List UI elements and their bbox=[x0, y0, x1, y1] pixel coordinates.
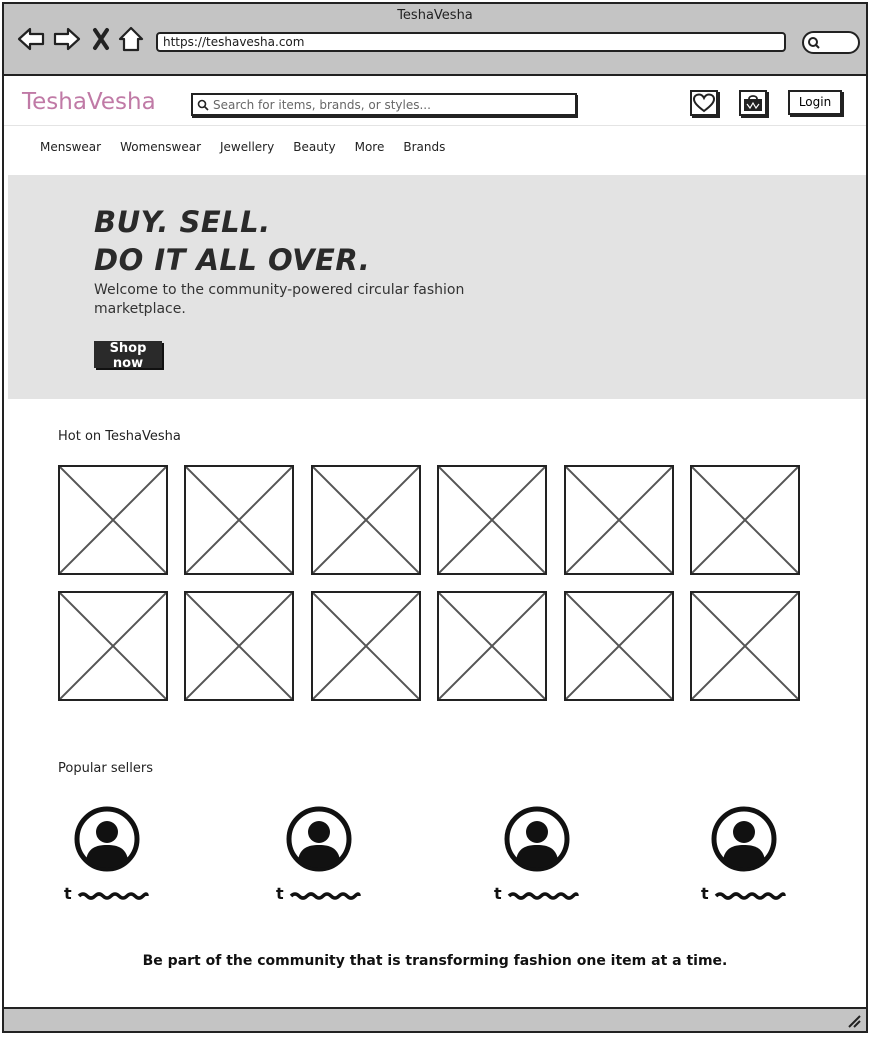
browser-search-button[interactable] bbox=[802, 31, 860, 54]
seller-card[interactable]: t bbox=[494, 806, 594, 906]
seller-name: t bbox=[494, 884, 579, 903]
category-menu: Menswear Womenswear Jewellery Beauty Mor… bbox=[40, 140, 464, 154]
heart-icon bbox=[692, 93, 716, 113]
hero-banner: BUY. SELL. DO IT ALL OVER. Welcome to th… bbox=[8, 175, 866, 399]
browser-window: TeshaVesha https://teshavesha.com TeshaV… bbox=[2, 2, 868, 1033]
image-placeholder-icon bbox=[565, 593, 672, 699]
image-placeholder-icon bbox=[60, 467, 166, 573]
site-search-input[interactable] bbox=[213, 96, 563, 113]
image-placeholder-icon bbox=[312, 593, 419, 699]
shop-now-button[interactable]: Shop now bbox=[94, 341, 162, 371]
menu-item-beauty[interactable]: Beauty bbox=[293, 140, 335, 154]
back-icon[interactable] bbox=[16, 24, 46, 54]
hero-headline-1: BUY. SELL. bbox=[94, 205, 271, 239]
shopping-bag-icon bbox=[744, 95, 762, 111]
bag-button[interactable] bbox=[739, 90, 767, 116]
user-avatar-icon bbox=[74, 806, 140, 872]
product-image-placeholder[interactable] bbox=[184, 465, 295, 575]
product-image-placeholder[interactable] bbox=[310, 591, 421, 701]
search-icon bbox=[197, 99, 209, 111]
address-bar[interactable]: https://teshavesha.com bbox=[156, 32, 786, 52]
browser-chrome: TeshaVesha https://teshavesha.com bbox=[4, 4, 866, 76]
login-button[interactable]: Login bbox=[788, 90, 842, 115]
product-image-placeholder[interactable] bbox=[690, 465, 800, 575]
hot-section-title: Hot on TeshaVesha bbox=[58, 429, 181, 444]
product-image-placeholder[interactable] bbox=[437, 591, 548, 701]
community-tagline: Be part of the community that is transfo… bbox=[142, 953, 728, 969]
site-search-box[interactable] bbox=[191, 93, 577, 116]
menu-item-menswear[interactable]: Menswear bbox=[40, 140, 101, 154]
user-avatar-icon bbox=[286, 806, 352, 872]
seller-name: t bbox=[701, 884, 786, 903]
product-image-placeholder[interactable] bbox=[58, 465, 168, 575]
wishlist-button[interactable] bbox=[690, 90, 718, 116]
site-logo[interactable]: TeshaVesha bbox=[22, 89, 156, 115]
menu-item-womenswear[interactable]: Womenswear bbox=[120, 140, 201, 154]
image-placeholder-icon bbox=[692, 593, 798, 699]
resize-grip-icon[interactable] bbox=[846, 1013, 862, 1029]
image-placeholder-icon bbox=[692, 467, 798, 573]
product-image-placeholder[interactable] bbox=[58, 591, 168, 701]
product-image-placeholder[interactable] bbox=[563, 465, 674, 575]
home-icon[interactable] bbox=[116, 24, 146, 54]
image-placeholder-icon bbox=[312, 467, 419, 573]
status-bar bbox=[4, 1007, 866, 1031]
search-icon bbox=[808, 37, 820, 49]
product-image-placeholder[interactable] bbox=[563, 591, 674, 701]
hero-subtext: Welcome to the community-powered circula… bbox=[94, 282, 465, 317]
seller-name: t bbox=[276, 884, 361, 903]
seller-card[interactable]: t bbox=[701, 806, 801, 906]
image-placeholder-icon bbox=[60, 593, 166, 699]
product-image-placeholder[interactable] bbox=[184, 591, 295, 701]
header-divider bbox=[4, 125, 866, 126]
image-placeholder-icon bbox=[439, 467, 546, 573]
image-placeholder-icon bbox=[565, 467, 672, 573]
image-placeholder-icon bbox=[439, 593, 546, 699]
product-image-placeholder[interactable] bbox=[690, 591, 800, 701]
user-avatar-icon bbox=[504, 806, 570, 872]
menu-item-more[interactable]: More bbox=[355, 140, 385, 154]
image-placeholder-icon bbox=[186, 593, 293, 699]
user-avatar-icon bbox=[711, 806, 777, 872]
window-title: TeshaVesha bbox=[397, 8, 473, 23]
menu-item-brands[interactable]: Brands bbox=[403, 140, 445, 154]
seller-card[interactable]: t bbox=[276, 806, 376, 906]
hero-headline-2: DO IT ALL OVER. bbox=[94, 243, 371, 277]
forward-icon[interactable] bbox=[52, 24, 82, 54]
sellers-section-title: Popular sellers bbox=[58, 761, 153, 776]
menu-item-jewellery[interactable]: Jewellery bbox=[220, 140, 274, 154]
hot-items-grid bbox=[58, 465, 802, 702]
product-image-placeholder[interactable] bbox=[437, 465, 548, 575]
product-image-placeholder[interactable] bbox=[310, 465, 421, 575]
seller-card[interactable]: t bbox=[64, 806, 164, 906]
seller-name: t bbox=[64, 884, 149, 903]
image-placeholder-icon bbox=[186, 467, 293, 573]
